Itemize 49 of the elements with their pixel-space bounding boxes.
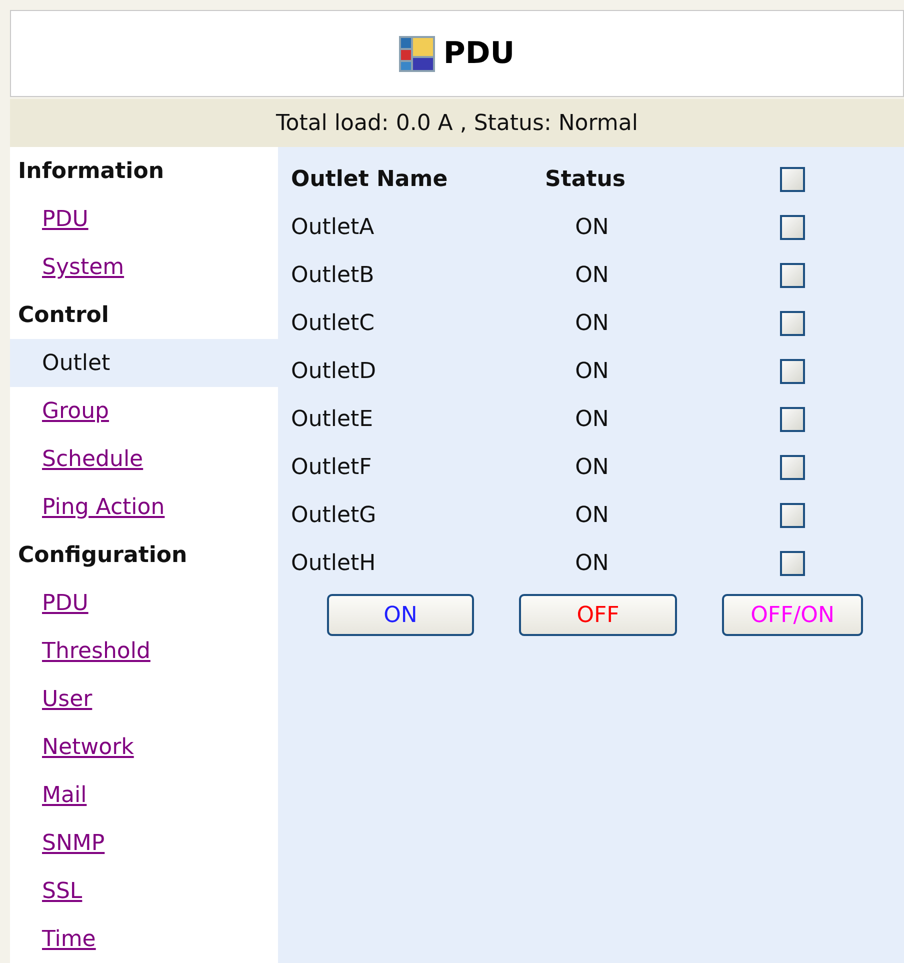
outlet-name: OutletG [291,502,376,530]
nav-link[interactable]: Outlet [42,346,110,380]
checkbox[interactable] [780,406,805,432]
action-button[interactable]: OFF [519,594,677,636]
page-title: PDU [443,35,515,74]
section-heading: Control [17,302,110,330]
nav-link[interactable]: System [42,250,124,284]
nav-link[interactable]: Mail [42,778,87,812]
nav-link[interactable]: Network [42,730,134,764]
column-header: Outlet Name [291,166,448,194]
outlet-name: OutletA [291,214,374,242]
checkbox[interactable] [780,358,805,384]
outlet-status: ON [575,310,609,338]
outlet-name: OutletE [291,406,374,434]
action-button[interactable]: ON [327,594,474,636]
outlet-name: OutletD [291,358,376,386]
outlet-name: OutletF [291,454,372,482]
section-heading: Information [17,158,165,186]
checkbox[interactable] [780,454,805,480]
nav-link[interactable]: Schedule [42,442,144,476]
nav-link[interactable]: Ping Action [42,490,165,524]
checkbox[interactable] [780,310,805,336]
outlet-name: OutletC [291,310,375,338]
checkbox[interactable] [780,166,805,192]
outlet-status: ON [575,214,609,242]
nav-link[interactable]: Threshold [42,634,150,668]
checkbox[interactable] [780,550,805,576]
status-bar: Total load: 0.0 A , Status: Normal [10,99,904,147]
outlet-status: ON [575,550,609,578]
checkbox[interactable] [780,214,805,240]
checkbox[interactable] [780,502,805,528]
outlet-name: OutletB [291,262,374,290]
nav-link[interactable]: PDU [42,586,88,620]
outlet-status: ON [575,502,609,530]
nav-link[interactable]: Time [42,922,96,956]
nav-link[interactable]: Group [42,394,109,428]
outlet-status: ON [575,262,609,290]
outlet-status: ON [575,454,609,482]
nav-link[interactable]: User [42,682,92,716]
checkbox[interactable] [780,262,805,288]
column-header: Status [545,166,626,194]
grid-logo-icon [399,36,436,72]
section-heading: Configuration [17,542,188,570]
outlet-status: ON [575,358,609,386]
outlet-status: ON [575,406,609,434]
nav-link[interactable]: SNMP [42,826,105,860]
nav-link[interactable]: SSL [42,874,82,908]
nav-link[interactable]: PDU [42,202,88,236]
outlet-name: OutletH [291,550,376,578]
